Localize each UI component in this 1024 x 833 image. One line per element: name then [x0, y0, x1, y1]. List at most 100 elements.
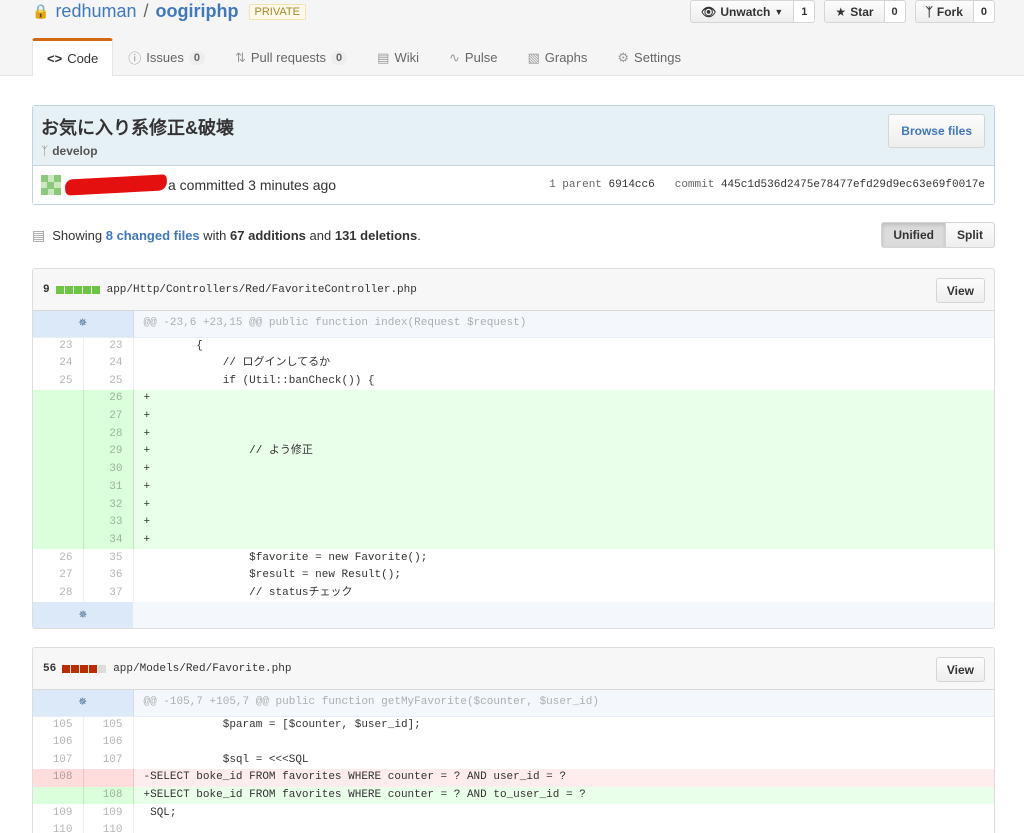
new-line-number[interactable]: 30	[83, 460, 134, 479]
diff-line: 26 +	[33, 390, 994, 408]
new-line-number[interactable]: 108	[83, 786, 134, 805]
new-line-number[interactable]: 33	[83, 513, 134, 532]
new-line-number[interactable]: 106	[83, 733, 134, 752]
new-line-number[interactable]: 24	[83, 354, 134, 373]
fork-count[interactable]: 0	[973, 0, 995, 23]
split-button[interactable]: Split	[946, 222, 995, 248]
old-line-number[interactable]: 108	[33, 769, 84, 787]
old-line-number[interactable]: 109	[33, 804, 84, 823]
changed-files-link[interactable]: 8 changed files	[106, 228, 200, 243]
tab-label: Graphs	[544, 50, 588, 65]
repo-header: 🔒 redhuman / oogiriphp PRIVATE 👁 Unwatch…	[0, 0, 1024, 76]
diff-line: 26 35 $favorite = new Favorite();	[33, 549, 994, 567]
fork-group: ᛉ Fork 0	[914, 0, 995, 23]
old-line-number[interactable]: 26	[33, 549, 84, 567]
eye-icon: 👁	[701, 4, 717, 19]
redacted-author-name	[64, 174, 168, 196]
commit-info: commit 445c1d536d2475e78477efd29d9ec63e6…	[674, 179, 985, 191]
new-line-number[interactable]: 35	[83, 549, 134, 567]
watch-count[interactable]: 1	[794, 0, 816, 23]
old-line-number[interactable]: 105	[33, 716, 84, 734]
private-badge: PRIVATE	[248, 3, 306, 20]
old-line-number[interactable]	[33, 513, 84, 532]
new-line-number[interactable]: 36	[83, 566, 134, 585]
star-count[interactable]: 0	[884, 0, 906, 23]
new-line-number[interactable]: 31	[83, 478, 134, 497]
code-line: +	[133, 531, 994, 550]
code-line: $param = [$counter, $user_id];	[143, 718, 421, 731]
code-line: +	[133, 407, 994, 426]
diff-summary: Showing 8 changed files with 67 addition…	[52, 227, 421, 243]
unified-button[interactable]: Unified	[881, 222, 946, 248]
old-line-number[interactable]	[33, 478, 84, 497]
old-line-number[interactable]: 24	[33, 354, 84, 373]
unwatch-button[interactable]: 👁 Unwatch ▼	[690, 0, 795, 23]
fork-button[interactable]: ᛉ Fork	[914, 0, 974, 23]
new-line-number[interactable]: 109	[83, 804, 134, 823]
new-line-number[interactable]: 105	[83, 716, 134, 734]
old-line-number[interactable]: 23	[33, 337, 84, 355]
repo-name-link[interactable]: oogiriphp	[156, 1, 239, 22]
old-line-number[interactable]: 28	[33, 584, 84, 603]
commit-title-area: お気に入り系修正&破壊 ᛉ develop Browse files	[33, 106, 994, 166]
expand-icon[interactable]: ✵	[33, 602, 133, 629]
tab-label: Pull requests	[250, 50, 327, 65]
old-line-number[interactable]	[33, 425, 84, 444]
new-line-number[interactable]: 37	[83, 584, 134, 603]
old-line-number[interactable]	[33, 407, 84, 426]
fork-icon: ᛉ	[925, 4, 933, 19]
file-header: 56 app/Models/Red/Favorite.php View	[33, 648, 994, 690]
old-line-number[interactable]: 27	[33, 566, 84, 585]
new-line-number[interactable]: 25	[83, 372, 134, 391]
new-line-number[interactable]: 34	[83, 531, 134, 550]
avatar[interactable]	[41, 175, 61, 195]
commit-title: お気に入り系修正&破壊	[41, 118, 234, 138]
new-line-number[interactable]: 32	[83, 496, 134, 514]
diff-line: 28 +	[33, 425, 994, 444]
view-file-button[interactable]: View	[935, 278, 985, 303]
new-line-number[interactable]: 107	[83, 751, 134, 770]
old-line-number[interactable]: 107	[33, 751, 84, 770]
new-line-number[interactable]: 110	[83, 822, 134, 833]
branch-icon: ᛉ	[41, 144, 49, 158]
file-path[interactable]: app/Models/Red/Favorite.php	[113, 663, 291, 675]
code-line: $result = new Result();	[143, 569, 401, 582]
tab-code[interactable]: <> Code	[32, 38, 114, 76]
graph-icon: ▧	[527, 49, 540, 65]
tab-wiki[interactable]: ▤ Wiki	[362, 38, 434, 76]
old-line-number[interactable]: 25	[33, 372, 84, 391]
branch-label: ᛉ develop	[41, 144, 986, 158]
expand-icon[interactable]: ✵	[33, 311, 134, 338]
tab-settings[interactable]: ⚙ Settings	[602, 38, 696, 76]
tab-pulse[interactable]: ∿ Pulse	[434, 38, 512, 76]
new-line-number[interactable]: 26	[83, 390, 134, 408]
code-line: +SELECT boke_id FROM favorites WHERE cou…	[133, 786, 994, 805]
view-file-button[interactable]: View	[935, 657, 985, 682]
old-line-number[interactable]: 106	[33, 733, 84, 752]
old-line-number[interactable]	[33, 443, 84, 461]
new-line-number[interactable]: 28	[83, 425, 134, 444]
file-path[interactable]: app/Http/Controllers/Red/FavoriteControl…	[107, 284, 417, 296]
old-line-number[interactable]	[33, 460, 84, 479]
parent-sha-link[interactable]: 6914cc6	[609, 179, 655, 191]
old-line-number[interactable]	[33, 531, 84, 550]
browse-files-button[interactable]: Browse files	[888, 114, 985, 148]
tab-label: Wiki	[394, 50, 420, 65]
star-button[interactable]: ★ Star	[824, 0, 885, 23]
old-line-number[interactable]	[33, 390, 84, 408]
repo-owner-link[interactable]: redhuman	[55, 1, 136, 22]
new-line-number[interactable]	[83, 769, 134, 787]
old-line-number[interactable]	[33, 786, 84, 805]
tab-pull-requests[interactable]: ⇅ Pull requests 0	[220, 38, 362, 76]
tab-graphs[interactable]: ▧ Graphs	[512, 38, 602, 76]
old-line-number[interactable]: 110	[33, 822, 84, 833]
new-line-number[interactable]: 27	[83, 407, 134, 426]
tab-issues[interactable]: ⓘ Issues 0	[113, 38, 220, 76]
branch-name[interactable]: develop	[52, 144, 97, 158]
diff-table: ✵ @@ -23,6 +23,15 @@ public function ind…	[33, 311, 994, 629]
new-line-number[interactable]: 29	[83, 443, 134, 461]
old-line-number[interactable]	[33, 496, 84, 514]
new-line-number[interactable]: 23	[83, 337, 134, 355]
expand-icon[interactable]: ✵	[33, 690, 134, 717]
code-line: // ログインしてるか	[143, 357, 331, 370]
